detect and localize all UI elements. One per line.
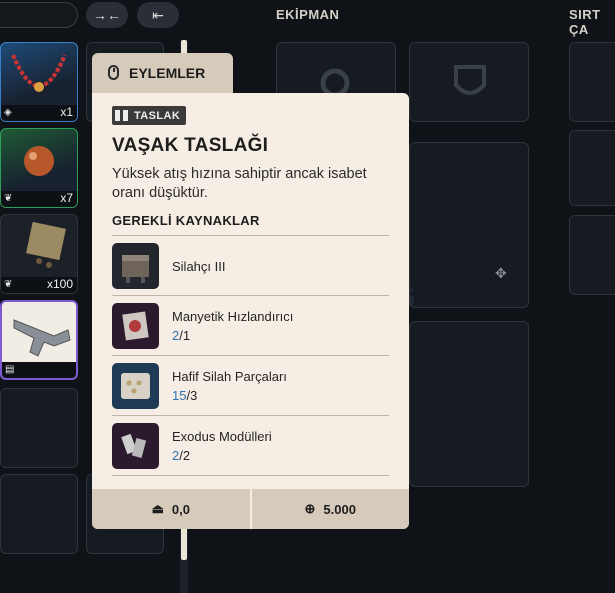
sort-arrow-icon: ⇤	[152, 6, 164, 23]
resource-name: Exodus Modülleri	[172, 429, 272, 444]
shield-icon	[454, 65, 486, 95]
inventory-slot-seeds[interactable]: ❦ x100	[0, 214, 78, 294]
resources-header: GEREKLİ KAYNAKLAR	[112, 213, 260, 228]
inventory-slot-blueprint[interactable]: ▤	[0, 300, 78, 380]
resource-count: 2/1	[172, 328, 191, 343]
accelerator-icon	[112, 303, 159, 349]
slot-qty: x7	[60, 191, 73, 205]
equipment-slot-weapon-2[interactable]	[409, 321, 529, 487]
equipment-header: EKİPMAN	[276, 7, 340, 22]
weight-value: 0,0	[171, 501, 190, 517]
exodus-modules-icon	[112, 423, 159, 469]
backpack-slot[interactable]	[569, 42, 615, 122]
resource-name: Silahçı III	[172, 259, 226, 274]
item-title: VAŞAK TASLAĞI	[112, 135, 269, 156]
blueprint-tag: TASLAK	[112, 106, 187, 125]
inventory-slot-fruit[interactable]: ❦ x7	[0, 128, 78, 208]
equipment-slot-weapon-1[interactable]: ✥	[409, 142, 529, 308]
backpack-slot[interactable]	[569, 130, 615, 206]
resource-row: Silahçı III	[112, 236, 389, 296]
search-input[interactable]	[0, 2, 78, 28]
fruit-icon	[24, 146, 54, 176]
slot-qty: x100	[46, 277, 73, 291]
collapse-button[interactable]: →←	[86, 2, 128, 28]
inventory-slot-empty[interactable]	[0, 388, 78, 468]
leaf-icon: ❦	[4, 279, 13, 290]
price-stat: ⊕ 5.000	[252, 489, 410, 529]
gun-blueprint-icon	[13, 319, 71, 357]
coin-icon: ⊕	[304, 501, 316, 516]
necklace-icon	[11, 54, 67, 92]
weight-icon: ⏏	[151, 501, 164, 516]
equipment-slot-shield[interactable]	[409, 42, 529, 122]
resource-name: Manyetik Hızlandırıcı	[172, 309, 294, 324]
move-icon: ✥	[495, 265, 507, 281]
mouse-icon	[108, 65, 119, 80]
item-description: Yüksek atış hızına sahiptir ancak isabet…	[112, 166, 367, 201]
resource-row: Manyetik Hızlandırıcı 2/1	[112, 296, 389, 356]
tooltip-footer: ⏏ 0,0 ⊕ 5.000	[92, 489, 409, 529]
book-icon	[115, 110, 128, 121]
price-value: 5.000	[323, 501, 356, 517]
resource-row: Exodus Modülleri 2/2	[112, 416, 389, 476]
resource-name: Hafif Silah Parçaları	[172, 369, 287, 384]
workbench-icon	[112, 243, 159, 289]
seed-bag-icon	[26, 221, 66, 268]
slot-qty: x1	[60, 105, 73, 119]
actions-tab-label: EYLEMLER	[129, 65, 206, 81]
collapse-arrows-icon: →←	[93, 7, 121, 23]
item-tooltip: TASLAK VAŞAK TASLAĞI Yüksek atış hızına …	[92, 93, 409, 529]
resource-count: 15/3	[172, 388, 198, 403]
blueprint-tag-label: TASLAK	[134, 109, 181, 122]
inventory-slot-necklace[interactable]: ◈ x1	[0, 42, 78, 122]
inventory-slot-empty[interactable]	[0, 474, 78, 554]
weight-stat: ⏏ 0,0	[92, 489, 250, 529]
weapon-parts-icon	[112, 363, 159, 409]
backpack-slot[interactable]	[569, 215, 615, 295]
backpack-header: SIRT ÇA	[569, 7, 601, 37]
resource-count: 2/2	[172, 448, 191, 463]
book-icon: ▤	[5, 364, 15, 375]
resource-row: Hafif Silah Parçaları 15/3	[112, 356, 389, 416]
sort-button[interactable]: ⇤	[137, 2, 179, 28]
actions-tab[interactable]: EYLEMLER	[92, 53, 233, 97]
gem-icon: ◈	[4, 107, 12, 118]
leaf-icon: ❦	[4, 193, 13, 204]
